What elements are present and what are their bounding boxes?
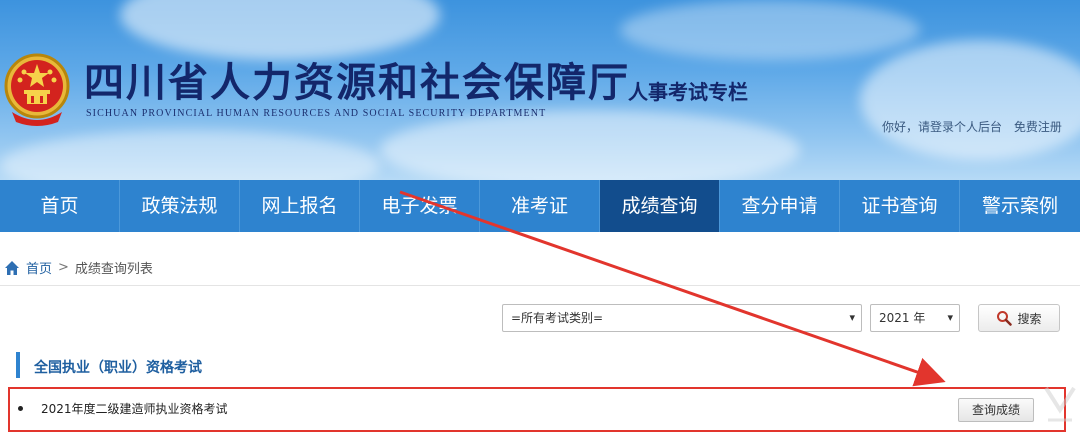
chevron-down-icon: ▾ — [947, 311, 953, 324]
breadcrumb-home[interactable]: 首页 — [26, 258, 52, 277]
user-links: 你好，请登录个人后台 免费注册 — [882, 118, 1070, 135]
section-accent-bar — [16, 352, 20, 378]
main-nav: 首页 政策法规 网上报名 电子发票 准考证 成绩查询 查分申请 证书查询 警示案… — [0, 180, 1080, 232]
section-title: 全国执业（职业）资格考试 — [34, 360, 202, 376]
nav-admission-ticket[interactable]: 准考证 — [480, 180, 600, 232]
national-emblem-icon — [4, 53, 70, 126]
nav-policy[interactable]: 政策法规 — [120, 180, 240, 232]
bullet-icon — [18, 406, 23, 411]
nav-e-invoice[interactable]: 电子发票 — [360, 180, 480, 232]
register-link[interactable]: 免费注册 — [1014, 120, 1062, 134]
nav-warning-cases[interactable]: 警示案例 — [960, 180, 1080, 232]
nav-online-registration[interactable]: 网上报名 — [240, 180, 360, 232]
list-item: 2021年度二级建造师执业资格考试 — [18, 400, 228, 417]
breadcrumb-separator: > — [58, 260, 69, 275]
breadcrumb: 首页 > 成绩查询列表 — [4, 258, 153, 277]
year-value: 2021 年 — [879, 311, 926, 325]
nav-home[interactable]: 首页 — [0, 180, 120, 232]
site-header: 四川省人力资源和社会保障厅 SICHUAN PROVINCIAL HUMAN R… — [0, 0, 1080, 180]
search-label: 搜索 — [1017, 311, 1042, 326]
nav-certificate-query[interactable]: 证书查询 — [840, 180, 960, 232]
divider — [0, 285, 1080, 286]
breadcrumb-current: 成绩查询列表 — [74, 262, 153, 277]
login-link[interactable]: 你好，请登录个人后台 — [882, 120, 1002, 134]
nav-score-review[interactable]: 查分申请 — [720, 180, 840, 232]
watermark-icon — [1044, 386, 1076, 422]
search-icon — [997, 311, 1013, 326]
nav-score-query[interactable]: 成绩查询 — [600, 180, 720, 232]
organization-name: 四川省人力资源和社会保障厅 — [84, 59, 630, 106]
search-button[interactable]: 搜索 — [978, 304, 1060, 332]
organization-name-english: SICHUAN PROVINCIAL HUMAN RESOURCES AND S… — [86, 108, 547, 119]
year-select[interactable]: 2021 年 ▾ — [870, 304, 960, 332]
exam-category-value: =所有考试类别= — [511, 311, 604, 325]
exam-category-select[interactable]: =所有考试类别= ▾ — [502, 304, 862, 332]
exam-name[interactable]: 2021年度二级建造师执业资格考试 — [41, 400, 228, 417]
query-score-button[interactable]: 查询成绩 — [958, 398, 1034, 422]
home-icon — [5, 260, 19, 275]
column-subtitle: 人事考试专栏 — [628, 80, 748, 104]
chevron-down-icon: ▾ — [849, 311, 855, 324]
